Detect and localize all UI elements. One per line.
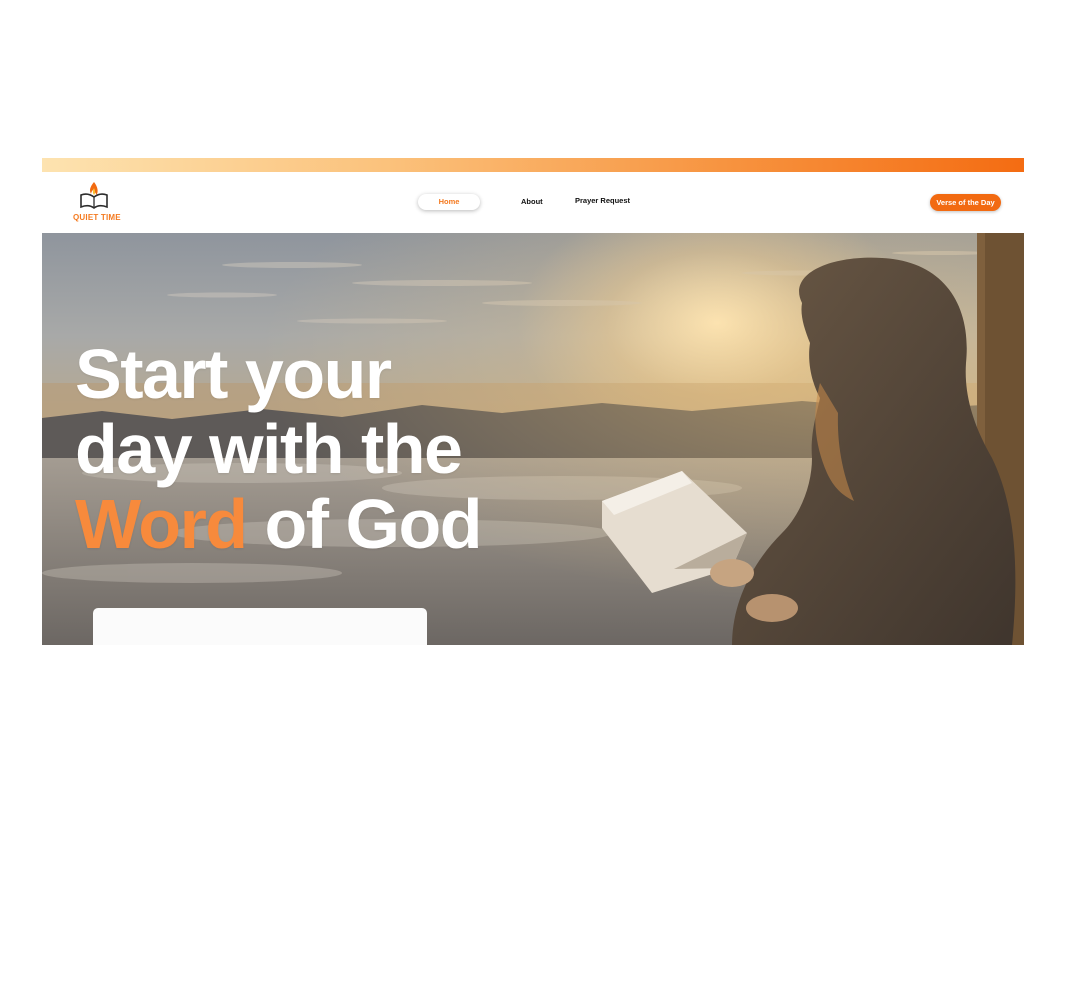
top-gradient-strip	[42, 158, 1024, 172]
nav-item-prayer-request[interactable]: Prayer Request	[575, 196, 630, 205]
hero-card[interactable]	[93, 608, 427, 645]
headline-accent-word: Word	[75, 485, 248, 563]
verse-of-the-day-button[interactable]: Verse of the Day	[930, 194, 1001, 211]
headline-line-3: Word of God	[75, 485, 483, 563]
hero-headline: Start your day with the Word of God	[75, 335, 483, 563]
nav-item-about[interactable]: About	[521, 197, 543, 206]
brand-name: QUIET TIME	[73, 213, 121, 222]
nav-item-home[interactable]: Home	[418, 194, 480, 210]
headline-line-3-rest: of God	[264, 485, 483, 563]
headline-line-1: Start your	[75, 335, 392, 413]
headline-line-2: day with the	[75, 410, 463, 488]
brand-logo[interactable]: QUIET TIME	[70, 180, 121, 226]
flame-book-icon	[80, 182, 108, 209]
hero-section: Start your day with the Word of God	[42, 233, 1024, 645]
website-frame: QUIET TIME Home About Prayer Request Ver…	[42, 158, 1024, 645]
navbar: QUIET TIME Home About Prayer Request Ver…	[42, 172, 1024, 233]
